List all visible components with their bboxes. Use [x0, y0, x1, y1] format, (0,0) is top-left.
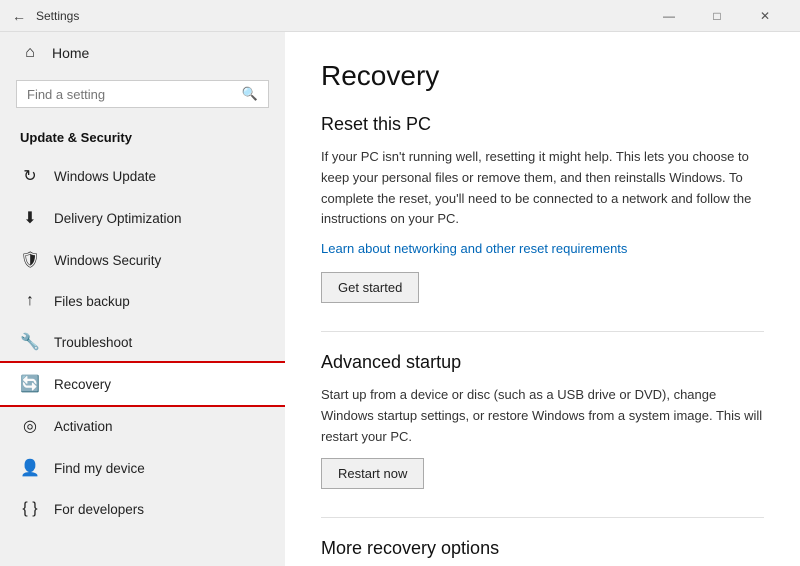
home-icon: ⌂ — [20, 44, 40, 62]
activation-icon: ◎ — [20, 416, 40, 436]
sidebar-item-windows-security[interactable]: 🛡 Windows Security — [0, 239, 285, 281]
shield-icon: 🛡 — [20, 250, 40, 270]
sidebar-item-label: Windows Security — [54, 253, 161, 268]
developer-icon: { } — [20, 500, 40, 518]
sidebar-item-files-backup[interactable]: ↑ Files backup — [0, 281, 285, 321]
more-recovery-title: More recovery options — [321, 538, 764, 559]
titlebar: ← Settings — □ ✕ — [0, 0, 800, 32]
sidebar-item-label: Find my device — [54, 461, 145, 476]
sidebar-search-box[interactable]: 🔍 — [16, 80, 269, 108]
restart-now-button[interactable]: Restart now — [321, 458, 424, 489]
titlebar-title: Settings — [36, 9, 646, 23]
backup-icon: ↑ — [20, 292, 40, 310]
close-button[interactable]: ✕ — [742, 0, 788, 32]
recovery-icon: 🔄 — [20, 374, 40, 394]
sidebar: ⌂ Home 🔍 Update & Security ↻ Windows Upd… — [0, 32, 285, 566]
search-icon: 🔍 — [242, 86, 258, 102]
update-icon: ↻ — [20, 166, 40, 186]
minimize-button[interactable]: — — [646, 0, 692, 32]
sidebar-item-label: For developers — [54, 502, 144, 517]
divider-1 — [321, 331, 764, 332]
sidebar-item-label: Files backup — [54, 294, 130, 309]
maximize-button[interactable]: □ — [694, 0, 740, 32]
sidebar-item-label: Troubleshoot — [54, 335, 132, 350]
sidebar-item-activation[interactable]: ◎ Activation — [0, 405, 285, 447]
sidebar-item-label: Delivery Optimization — [54, 211, 182, 226]
sidebar-item-windows-update[interactable]: ↻ Windows Update — [0, 155, 285, 197]
window-controls: — □ ✕ — [646, 0, 788, 32]
sidebar-item-recovery[interactable]: 🔄 Recovery — [0, 363, 285, 405]
back-button[interactable]: ← — [12, 8, 26, 24]
wrench-icon: 🔧 — [20, 332, 40, 352]
reset-pc-title: Reset this PC — [321, 114, 764, 135]
sidebar-item-home[interactable]: ⌂ Home — [0, 32, 285, 74]
main-layout: ⌂ Home 🔍 Update & Security ↻ Windows Upd… — [0, 32, 800, 566]
device-icon: 👤 — [20, 458, 40, 478]
sidebar-home-label: Home — [52, 45, 89, 61]
search-input[interactable] — [27, 87, 234, 102]
sidebar-section-title: Update & Security — [0, 122, 285, 155]
reset-pc-link[interactable]: Learn about networking and other reset r… — [321, 241, 627, 256]
sidebar-item-label: Activation — [54, 419, 113, 434]
sidebar-item-label: Recovery — [54, 377, 111, 392]
sidebar-item-label: Windows Update — [54, 169, 156, 184]
page-title: Recovery — [321, 60, 764, 92]
sidebar-item-find-my-device[interactable]: 👤 Find my device — [0, 447, 285, 489]
divider-2 — [321, 517, 764, 518]
delivery-icon: ⬇ — [20, 208, 40, 228]
sidebar-item-for-developers[interactable]: { } For developers — [0, 489, 285, 529]
advanced-startup-description: Start up from a device or disc (such as … — [321, 385, 764, 447]
get-started-button[interactable]: Get started — [321, 272, 419, 303]
advanced-startup-title: Advanced startup — [321, 352, 764, 373]
sidebar-item-troubleshoot[interactable]: 🔧 Troubleshoot — [0, 321, 285, 363]
reset-pc-description: If your PC isn't running well, resetting… — [321, 147, 764, 230]
content-area: Recovery Reset this PC If your PC isn't … — [285, 32, 800, 566]
sidebar-item-delivery-optimization[interactable]: ⬇ Delivery Optimization — [0, 197, 285, 239]
